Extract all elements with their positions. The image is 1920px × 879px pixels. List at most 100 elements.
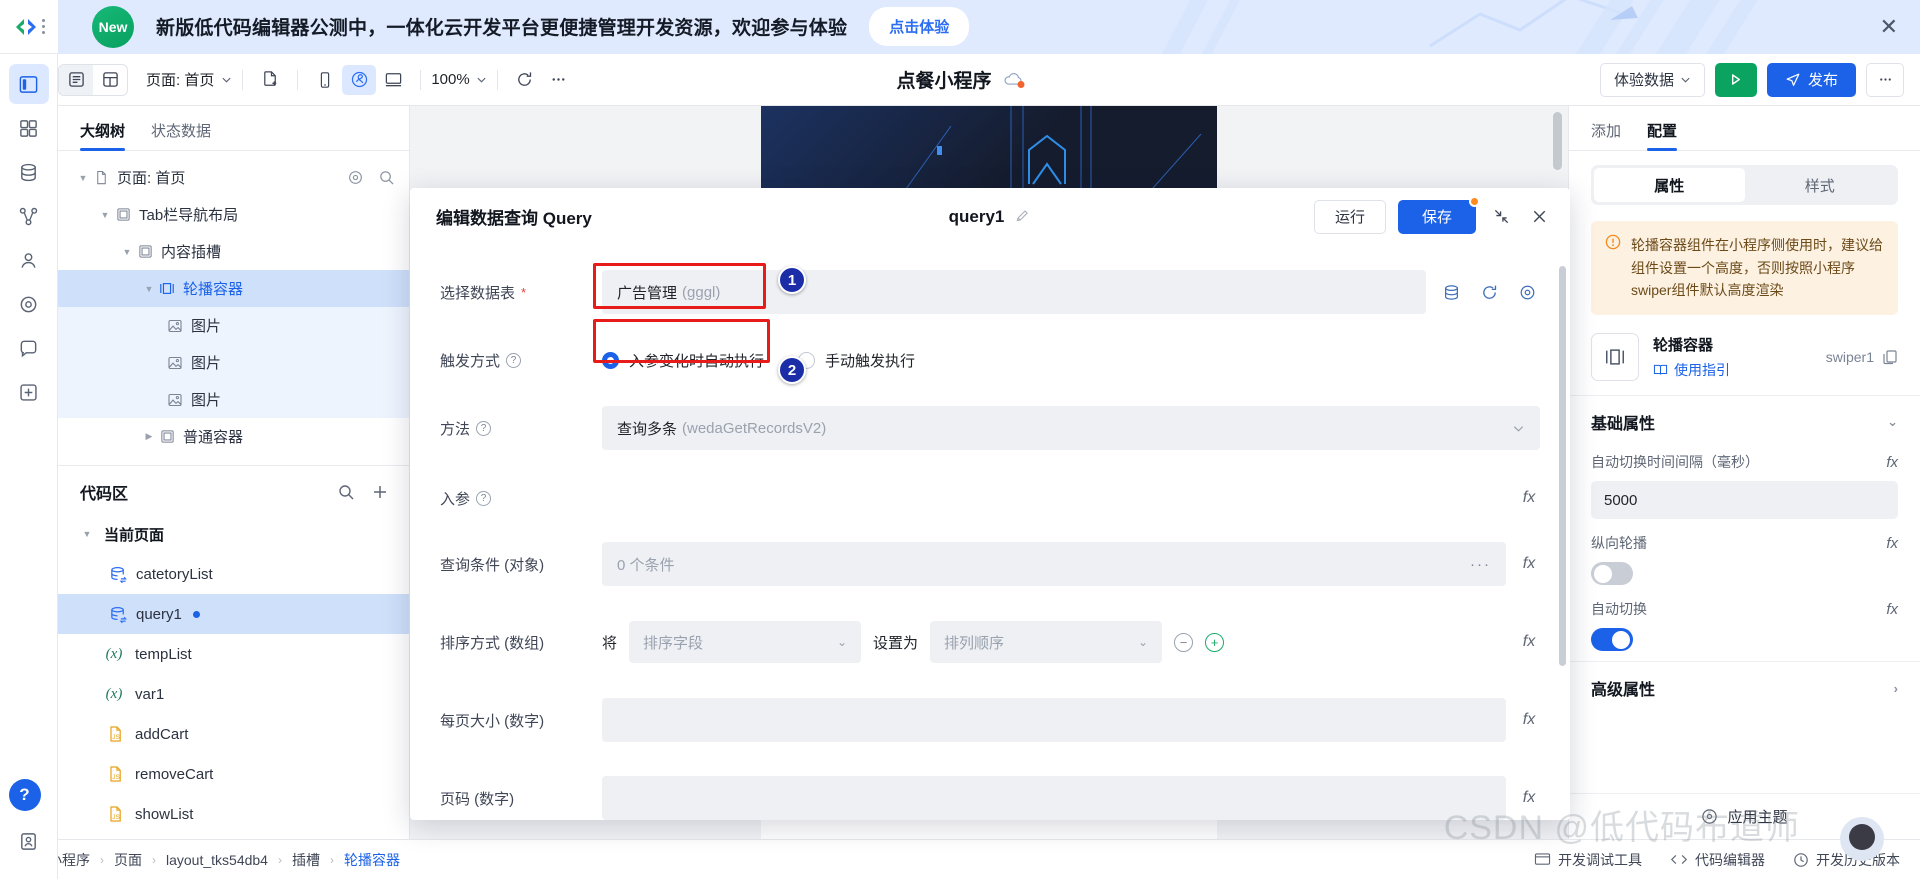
database-icon[interactable] — [1438, 279, 1464, 305]
collapse-icon[interactable] — [1488, 204, 1514, 230]
rail-item-plugin[interactable] — [9, 372, 49, 412]
breadcrumb-item-1[interactable]: 页面 — [114, 850, 142, 870]
miniprogram-preview-icon[interactable] — [342, 64, 377, 95]
filter-more-icon[interactable]: ··· — [1470, 556, 1491, 573]
code-item-query1[interactable]: query1 — [58, 594, 409, 634]
help-button[interactable]: ? — [8, 779, 41, 811]
fx-button[interactable]: fx — [1886, 601, 1898, 618]
code-item-catetoryList[interactable]: catetoryList — [58, 554, 409, 594]
chevron-down-icon[interactable]: ⌄ — [1887, 414, 1898, 430]
announcement-close-icon[interactable]: ✕ — [1880, 15, 1898, 38]
search-icon[interactable] — [378, 169, 395, 186]
orderby-add-button[interactable]: + — [1205, 632, 1225, 652]
prop-interval-input[interactable]: 5000 — [1591, 481, 1898, 520]
code-item-addCart[interactable]: JS addCart — [58, 714, 409, 754]
run-preview-button[interactable] — [1714, 62, 1757, 97]
code-item-removeCart[interactable]: JS removeCart — [58, 754, 409, 794]
copy-icon[interactable] — [1882, 349, 1898, 365]
devtools-button[interactable]: 开发调试工具 — [1534, 850, 1642, 870]
refresh-icon[interactable] — [508, 65, 542, 95]
rail-item-settings-target[interactable] — [9, 284, 49, 324]
modal-body[interactable]: 选择数据表 * 广告管理 (gggl) 触发方式 ? 入参变化时自动执行 手动触… — [410, 246, 1570, 820]
tree-node-content-slot[interactable]: ▼ 内容插槽 — [58, 233, 409, 270]
grid-panel-icon[interactable] — [93, 65, 127, 95]
rail-item-components[interactable] — [9, 108, 49, 148]
fx-button[interactable]: fx — [1886, 454, 1898, 471]
view-mode-segment[interactable] — [58, 63, 128, 96]
caret-down-icon[interactable]: ▼ — [98, 210, 112, 220]
app-logo[interactable] — [0, 0, 58, 54]
fx-button[interactable]: fx — [1518, 789, 1540, 807]
fx-button[interactable]: fx — [1518, 555, 1540, 573]
tree-node-page[interactable]: ▼ 页面: 首页 — [58, 159, 409, 196]
help-icon[interactable]: ? — [476, 490, 492, 506]
desktop-preview-icon[interactable] — [376, 65, 410, 95]
experience-data-button[interactable]: 体验数据 — [1599, 62, 1705, 97]
tree-node-image-3[interactable]: 图片 — [58, 381, 409, 418]
tab-config[interactable]: 配置 — [1647, 120, 1678, 151]
rail-item-layout[interactable] — [8, 64, 49, 104]
mobile-preview-icon[interactable] — [308, 65, 342, 95]
prop-autoplay-toggle[interactable] — [1591, 628, 1633, 652]
gear-icon[interactable] — [347, 169, 364, 186]
breadcrumb-item-2[interactable]: layout_tks54db4 — [166, 852, 268, 868]
segment-properties[interactable]: 属性 — [1594, 168, 1745, 202]
run-query-button[interactable]: 运行 — [1313, 199, 1386, 234]
cloud-status-icon[interactable] — [1004, 71, 1025, 88]
filter-field[interactable]: 0 个条件 ··· — [602, 542, 1506, 586]
chevron-right-icon[interactable]: › — [1894, 681, 1898, 696]
save-query-button[interactable]: 保存 — [1397, 195, 1480, 234]
help-icon[interactable]: ? — [476, 420, 492, 436]
tree-node-tab-layout[interactable]: ▼ Tab栏导航布局 — [58, 196, 409, 233]
orderby-order-select[interactable]: 排列顺序 ⌄ — [930, 621, 1163, 663]
method-select[interactable]: 查询多条 (wedaGetRecordsV2) — [602, 406, 1540, 450]
rail-item-database[interactable] — [9, 152, 49, 192]
outline-panel-icon[interactable] — [59, 64, 93, 95]
toolbar-more-icon[interactable] — [542, 65, 576, 95]
close-icon[interactable] — [1526, 204, 1552, 230]
caret-down-icon[interactable]: ▼ — [142, 284, 156, 294]
pagenumber-input[interactable] — [602, 776, 1506, 820]
code-item-showList[interactable]: JS showList — [58, 794, 409, 834]
announcement-cta-button[interactable]: 点击体验 — [869, 7, 970, 46]
tab-state-data[interactable]: 状态数据 — [151, 120, 211, 150]
rail-item-user[interactable] — [9, 240, 49, 280]
help-icon[interactable]: ? — [506, 352, 522, 368]
tree-node-normal-container[interactable]: ▶ 普通容器 — [58, 418, 409, 455]
new-page-icon[interactable] — [253, 65, 287, 95]
section-basic-properties[interactable]: 基础属性 ⌄ — [1569, 395, 1920, 448]
rail-item-chat[interactable] — [9, 328, 49, 368]
tab-outline-tree[interactable]: 大纲树 — [80, 120, 126, 151]
caret-down-icon[interactable]: ▼ — [76, 173, 90, 183]
breadcrumb-item-3[interactable]: 插槽 — [292, 850, 320, 870]
breadcrumb-item-4[interactable]: 轮播容器 — [344, 850, 400, 870]
plus-icon[interactable] — [371, 483, 389, 501]
code-item-tempList[interactable]: (x) tempList — [58, 634, 409, 674]
gear-icon[interactable] — [1514, 279, 1540, 305]
radio-manual-trigger[interactable]: 手动触发执行 — [798, 350, 915, 371]
caret-down-icon[interactable]: ▼ — [120, 247, 134, 257]
code-group-current-page[interactable]: ▼ 当前页面 — [58, 514, 409, 554]
page-selector[interactable]: 页面: 首页 — [146, 69, 232, 90]
code-item-var1[interactable]: (x) var1 — [58, 674, 409, 714]
search-icon[interactable] — [337, 483, 355, 501]
prop-vertical-toggle[interactable] — [1591, 562, 1633, 586]
canvas-scrollbar[interactable] — [1553, 112, 1562, 170]
fx-button[interactable]: fx — [1886, 535, 1898, 552]
code-editor-button[interactable]: 代码编辑器 — [1670, 850, 1765, 870]
pagesize-input[interactable] — [602, 698, 1506, 742]
edit-pencil-icon[interactable] — [1014, 208, 1031, 225]
radio-auto-trigger[interactable]: 入参变化时自动执行 — [602, 350, 764, 371]
fx-button[interactable]: fx — [1518, 633, 1540, 651]
modal-scrollbar[interactable] — [1559, 266, 1566, 666]
zoom-selector[interactable]: 100% — [431, 71, 486, 88]
usage-guide-link[interactable]: 使用指引 — [1653, 360, 1730, 380]
orderby-field-select[interactable]: 排序字段 ⌄ — [629, 621, 862, 663]
rail-item-flow[interactable] — [9, 196, 49, 236]
tree-node-swiper-container[interactable]: ▼ 轮播容器 — [58, 270, 409, 307]
caret-right-icon[interactable]: ▶ — [142, 431, 156, 442]
tree-node-image-1[interactable]: 图片 — [58, 307, 409, 344]
rail-item-account[interactable] — [9, 821, 49, 861]
logo-menu-dots-icon[interactable] — [42, 19, 45, 34]
section-advanced-properties[interactable]: 高级属性 › — [1569, 661, 1920, 714]
